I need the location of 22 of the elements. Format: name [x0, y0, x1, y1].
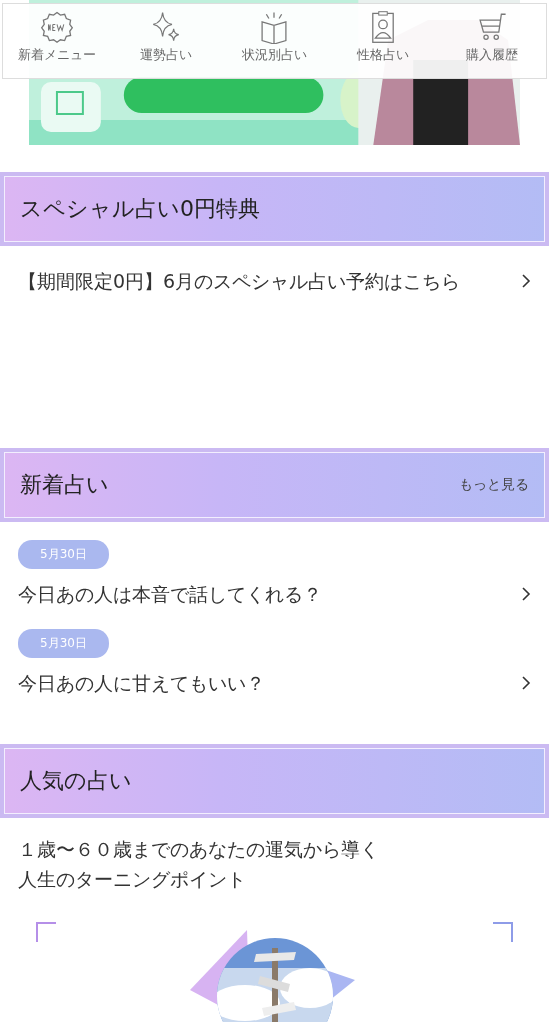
- list-item[interactable]: 今日あの人は本音で話してくれる？: [0, 575, 549, 613]
- section-title: 新着占い: [20, 471, 109, 499]
- nav-tab[interactable]: 新着メニュー: [3, 4, 112, 78]
- chevron-right-icon: [521, 586, 531, 602]
- nav-tab[interactable]: 運勢占い: [111, 4, 221, 78]
- new-badge-icon: [40, 10, 75, 44]
- nav-tab[interactable]: 状況別占い: [220, 4, 329, 78]
- more-link[interactable]: もっと見る: [459, 476, 529, 494]
- corner-bracket-icon: [36, 922, 56, 942]
- date-badge: 5月30日: [18, 540, 109, 569]
- nav-tab[interactable]: 購入履歴: [437, 4, 546, 78]
- corner-bracket-icon: [493, 922, 513, 942]
- section-title: スペシャル占い0円特典: [20, 195, 260, 223]
- chevron-right-icon: [521, 675, 531, 691]
- list-item[interactable]: 【期間限定0円】6月のスペシャル占い予約はこちら: [0, 262, 549, 300]
- fortune-description: 人生のターニングポイント: [18, 867, 246, 892]
- list-item[interactable]: 今日あの人に甘えてもいい？: [0, 664, 549, 702]
- fortune-description: １歳〜６０歳までのあなたの運気から導く: [18, 837, 379, 862]
- nav-tab[interactable]: 性格占い: [328, 4, 438, 78]
- chevron-right-icon: [521, 273, 531, 289]
- section-title: 人気の占い: [20, 767, 132, 795]
- date-badge: 5月30日: [18, 629, 109, 658]
